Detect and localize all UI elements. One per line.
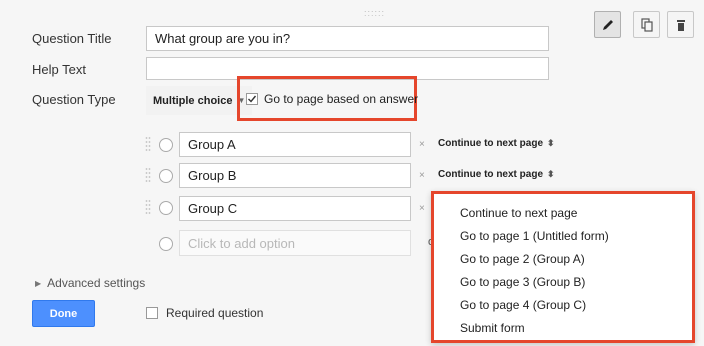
add-option-placeholder: Click to add option xyxy=(188,235,295,251)
done-button[interactable]: Done xyxy=(32,300,95,327)
duplicate-button[interactable] xyxy=(633,11,660,38)
option-action-label: Continue to next page xyxy=(438,169,543,180)
option-label: Group C xyxy=(188,201,238,216)
drag-grip-icon[interactable] xyxy=(145,136,151,152)
option-radio xyxy=(159,201,173,215)
drag-handle[interactable]: :::::: xyxy=(364,8,385,18)
add-option-radio xyxy=(159,237,173,251)
remove-option-icon[interactable]: × xyxy=(419,139,425,150)
remove-option-icon[interactable]: × xyxy=(419,170,425,181)
menu-item-continue[interactable]: Continue to next page xyxy=(460,206,577,220)
remove-option-icon[interactable]: × xyxy=(419,203,425,214)
edit-button[interactable] xyxy=(594,11,621,38)
help-text-label: Help Text xyxy=(32,62,86,77)
advanced-settings-label: Advanced settings xyxy=(47,276,146,290)
question-title-input[interactable]: What group are you in? xyxy=(146,26,549,51)
question-editor-panel: :::::: Question Title What group are you… xyxy=(0,0,704,346)
up-down-arrows-icon: ⬍ xyxy=(547,169,555,179)
option-input[interactable]: Group A xyxy=(179,132,411,157)
duplicate-icon xyxy=(640,17,653,32)
menu-item-page-2[interactable]: Go to page 2 (Group A) xyxy=(460,252,585,266)
option-radio xyxy=(159,169,173,183)
drag-grip-icon[interactable] xyxy=(145,167,151,183)
option-label: Group A xyxy=(188,137,236,152)
triangle-right-icon: ▶ xyxy=(35,278,42,288)
page-jump-dropdown: Continue to next page Go to page 1 (Unti… xyxy=(431,191,695,343)
drag-grip-icon[interactable] xyxy=(145,199,151,215)
question-title-value: What group are you in? xyxy=(155,31,291,46)
go-to-page-checkbox-row[interactable]: Go to page based on answer xyxy=(246,92,418,106)
required-question-label: Required question xyxy=(166,306,264,320)
option-radio xyxy=(159,138,173,152)
required-question-row[interactable]: Required question xyxy=(146,306,263,320)
menu-item-page-4[interactable]: Go to page 4 (Group C) xyxy=(460,298,586,312)
required-question-checkbox[interactable] xyxy=(146,307,158,319)
add-option-input[interactable]: Click to add option xyxy=(179,230,411,256)
delete-button[interactable] xyxy=(667,11,694,38)
question-type-label: Question Type xyxy=(32,92,116,107)
go-to-page-checkbox[interactable] xyxy=(246,93,258,105)
trash-icon xyxy=(676,19,685,31)
menu-item-page-3[interactable]: Go to page 3 (Group B) xyxy=(460,275,585,289)
up-down-arrows-icon: ⬍ xyxy=(547,138,555,148)
menu-item-submit[interactable]: Submit form xyxy=(460,321,525,335)
question-title-label: Question Title xyxy=(32,31,112,46)
option-action-label: Continue to next page xyxy=(438,138,543,149)
option-input[interactable]: Group B xyxy=(179,163,411,188)
option-action-select[interactable]: Continue to next page ⬍ xyxy=(438,138,555,149)
question-type-value: Multiple choice xyxy=(153,94,233,107)
option-input[interactable]: Group C xyxy=(179,196,411,221)
go-to-page-label: Go to page based on answer xyxy=(264,92,419,106)
advanced-settings-toggle[interactable]: ▶ Advanced settings xyxy=(35,276,145,290)
menu-item-page-1[interactable]: Go to page 1 (Untitled form) xyxy=(460,229,609,243)
option-action-select[interactable]: Continue to next page ⬍ xyxy=(438,169,555,180)
pencil-icon xyxy=(602,19,613,30)
checkmark-icon xyxy=(248,95,257,103)
option-label: Group B xyxy=(188,168,237,183)
